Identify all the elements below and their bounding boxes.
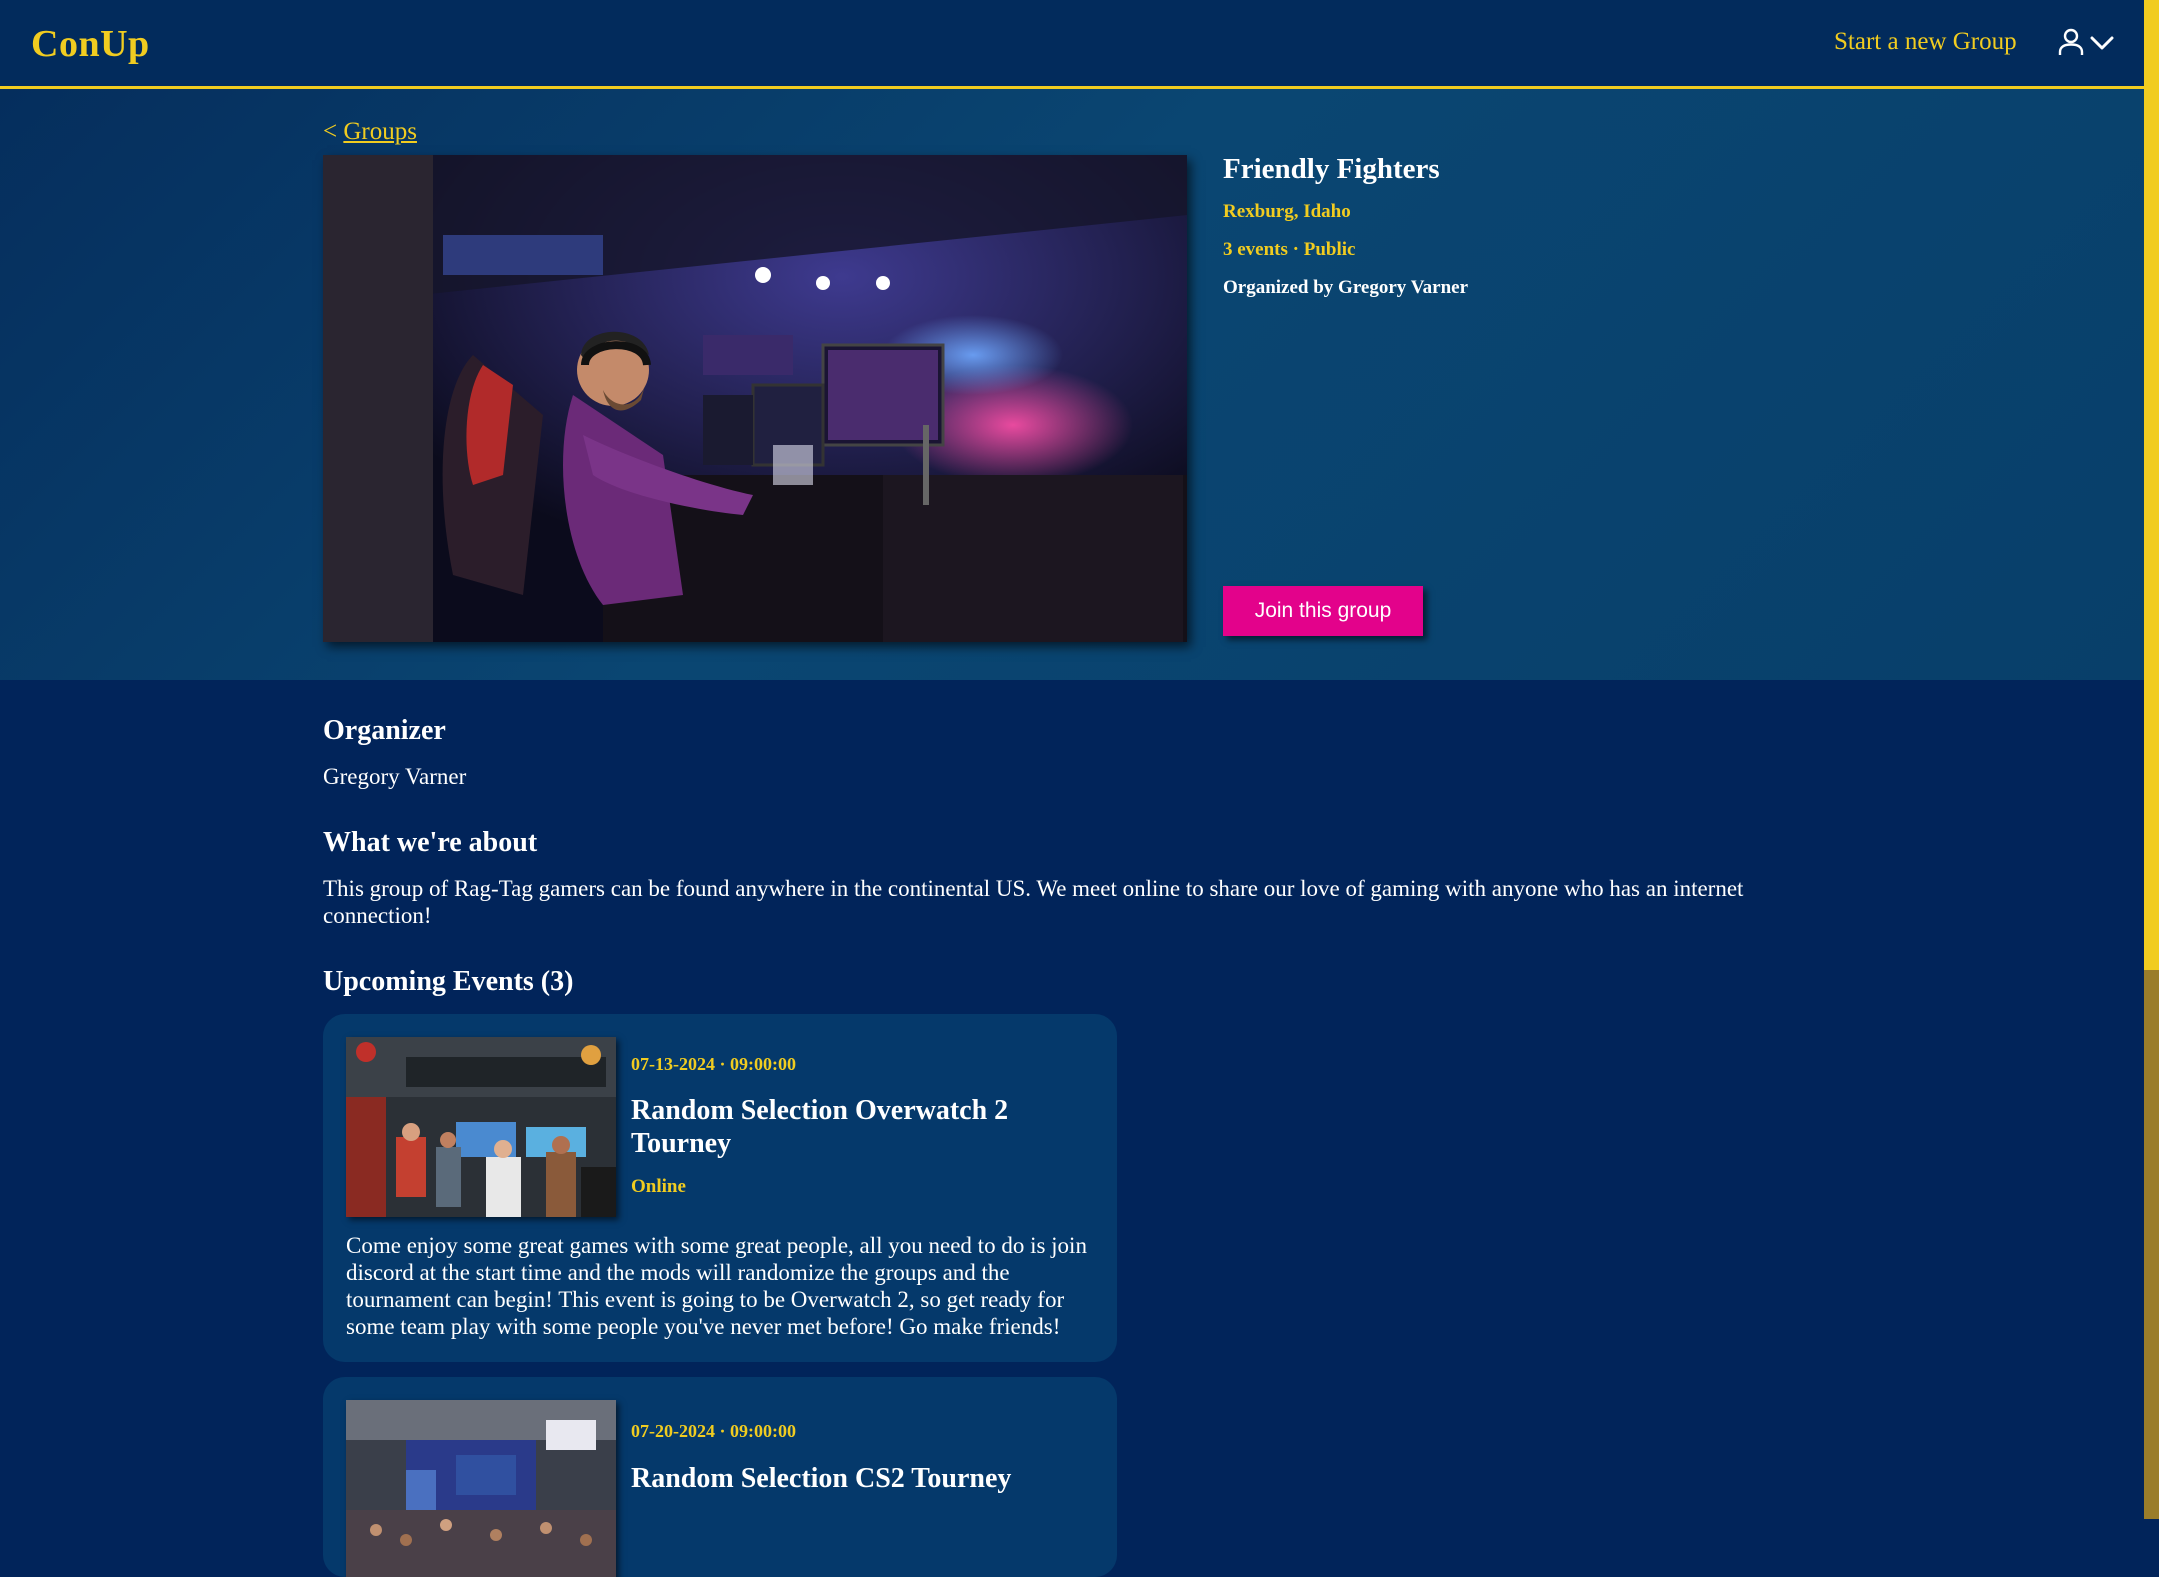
event-thumbnail — [346, 1037, 616, 1217]
expo-hall-photo — [346, 1400, 616, 1577]
event-card[interactable]: 07-20-2024 · 09:00:00 Random Selection C… — [323, 1377, 1117, 1577]
upcoming-events-heading: Upcoming Events (3) — [323, 966, 574, 997]
event-date: 07-20-2024 · 09:00:00 — [631, 1421, 796, 1441]
organizer-heading: Organizer — [323, 715, 446, 746]
breadcrumb-prefix: < — [323, 118, 338, 145]
group-name: Friendly Fighters — [1223, 153, 1440, 185]
esports-arena-photo — [323, 155, 1187, 642]
join-group-button[interactable]: Join this group — [1223, 586, 1423, 636]
group-location: Rexburg, Idaho — [1223, 201, 1351, 222]
organizer-name: Gregory Varner — [323, 764, 467, 789]
event-description: Come enjoy some great games with some gr… — [346, 1233, 1087, 1339]
event-title[interactable]: Random Selection CS2 Tourney — [631, 1462, 1071, 1495]
chevron-down-icon — [2090, 36, 2114, 50]
event-thumbnail — [346, 1400, 616, 1577]
group-meta: 3 events · Public — [1223, 239, 1356, 260]
event-title[interactable]: Random Selection Overwatch 2 Tourney — [631, 1094, 1071, 1160]
user-menu-button[interactable] — [2058, 28, 2118, 60]
event-date: 07-13-2024 · 09:00:00 — [631, 1054, 796, 1074]
group-cover-image — [323, 155, 1187, 642]
user-icon — [2058, 28, 2084, 55]
site-logo[interactable]: ConUp — [31, 22, 150, 66]
breadcrumb: < Groups — [323, 118, 417, 146]
top-navbar: ConUp Start a new Group — [0, 0, 2144, 89]
about-heading: What we're about — [323, 827, 538, 858]
event-card[interactable]: 07-13-2024 · 09:00:00 Random Selection O… — [323, 1014, 1117, 1362]
event-venue: Online — [631, 1176, 686, 1197]
start-new-group-link[interactable]: Start a new Group — [1834, 28, 2017, 56]
about-text: This group of Rag-Tag gamers can be foun… — [323, 876, 1744, 928]
scrollbar-thumb[interactable] — [2144, 970, 2159, 1519]
group-organized-by: Organized by Gregory Varner — [1223, 277, 1469, 298]
expo-crowd-photo — [346, 1037, 616, 1217]
breadcrumb-groups-link[interactable]: Groups — [343, 118, 417, 145]
